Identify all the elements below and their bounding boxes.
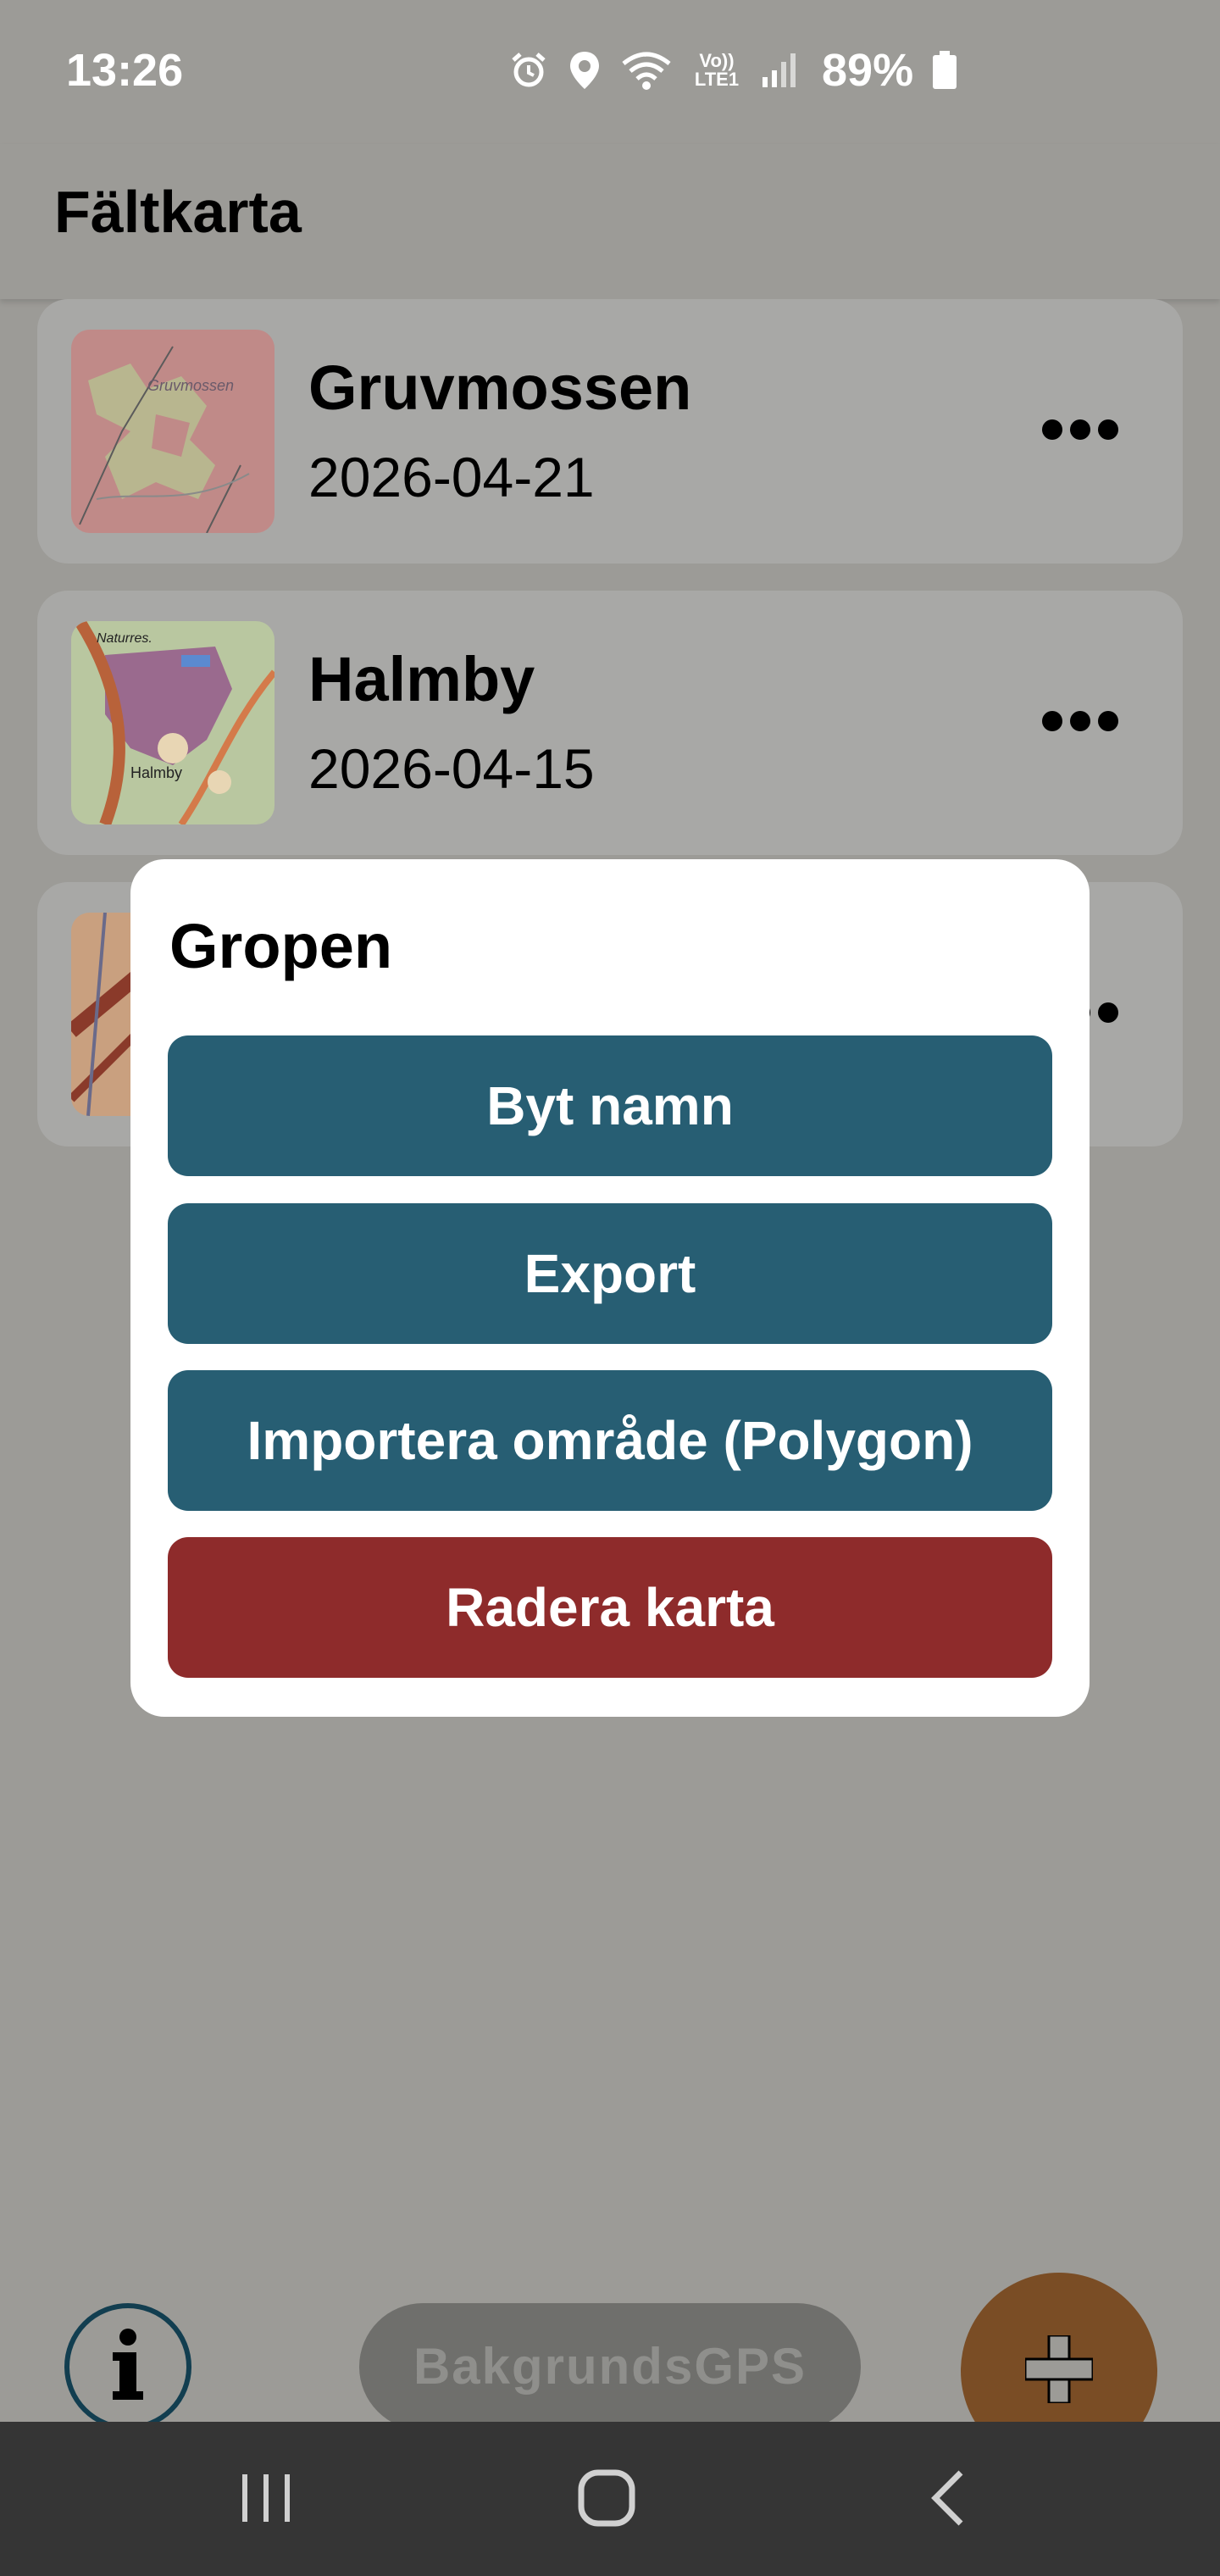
dialog-title: Gropen — [169, 911, 393, 981]
volte-icon: Vo)) LTE1 — [694, 50, 740, 90]
export-button[interactable]: Export — [168, 1203, 1052, 1344]
import-polygon-button[interactable]: Importera område (Polygon) — [168, 1370, 1052, 1511]
map-card-halmby[interactable]: Naturres. Halmby Halmby 2026-04-15 — [37, 591, 1183, 855]
more-dot — [1098, 711, 1118, 731]
location-icon — [568, 50, 602, 91]
app-bar: Fältkarta — [0, 144, 1220, 299]
battery-icon — [932, 50, 957, 91]
system-navigation-bar — [0, 2422, 1220, 2576]
battery-percent: 89% — [822, 45, 914, 96]
more-dots-icon — [1042, 711, 1062, 731]
more-dot — [1098, 419, 1118, 440]
map-card-gruvmossen[interactable]: Gruvmossen Gruvmossen 2026-04-21 — [37, 299, 1183, 564]
plus-icon — [1023, 2334, 1095, 2407]
info-icon — [103, 2327, 153, 2407]
wifi-icon — [620, 50, 673, 91]
info-button[interactable] — [64, 2303, 191, 2430]
signal-icon — [761, 52, 798, 89]
map-thumbnail: Gruvmossen — [71, 330, 274, 533]
map-name: Halmby — [308, 644, 535, 714]
more-dot — [1070, 711, 1090, 731]
status-bar: 13:26 Vo)) LTE1 89% — [0, 0, 1220, 144]
svg-text:Naturres.: Naturres. — [97, 631, 152, 646]
home-icon[interactable] — [576, 2468, 637, 2533]
more-dots-icon — [1042, 419, 1062, 440]
recent-apps-icon[interactable] — [239, 2468, 293, 2533]
more-options-button[interactable] — [1042, 413, 1118, 447]
more-dot — [1070, 419, 1090, 440]
map-name: Gruvmossen — [308, 353, 692, 423]
svg-text:Halmby: Halmby — [130, 764, 182, 781]
more-options-button[interactable] — [1042, 704, 1118, 738]
back-icon[interactable] — [927, 2468, 969, 2533]
status-time: 13:26 — [66, 45, 184, 96]
map-date: 2026-04-15 — [308, 737, 595, 800]
map-thumbnail: Naturres. Halmby — [71, 621, 274, 824]
rename-button[interactable]: Byt namn — [168, 1035, 1052, 1176]
more-dot — [1098, 1002, 1118, 1023]
map-date: 2026-04-21 — [308, 446, 595, 508]
page-title: Fältkarta — [54, 179, 302, 245]
status-icons: Vo)) LTE1 89% — [508, 44, 957, 97]
svg-text:Gruvmossen: Gruvmossen — [147, 377, 234, 394]
map-options-dialog: Gropen Byt namn Export Importera område … — [130, 859, 1090, 1717]
alarm-icon — [508, 50, 549, 91]
delete-map-button[interactable]: Radera karta — [168, 1537, 1052, 1678]
background-gps-toggle[interactable]: BakgrundsGPS — [359, 2303, 861, 2430]
